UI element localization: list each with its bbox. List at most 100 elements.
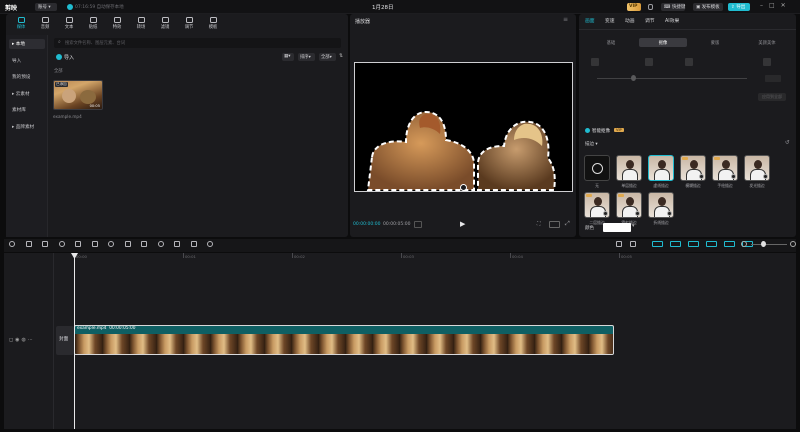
media-clip-thumbnail[interactable]: 已添加 00:05 xyxy=(53,80,103,110)
play-button[interactable]: ▶ xyxy=(460,220,465,228)
link-main-icon[interactable] xyxy=(652,241,663,247)
smart-cutout-toggle[interactable] xyxy=(585,128,590,133)
split-left-icon[interactable] xyxy=(75,241,81,247)
stroke-option-3[interactable]: 模糊描边 xyxy=(680,155,708,189)
stroke-option-6[interactable]: 二层描边 xyxy=(584,192,612,226)
sidebar-item-1[interactable]: 导入 xyxy=(9,56,45,66)
playhead[interactable] xyxy=(74,253,75,429)
stroke-option-5[interactable]: 发光描边 xyxy=(744,155,772,189)
zoom-slider[interactable] xyxy=(751,244,787,245)
inspector-tab-3[interactable]: 调节 xyxy=(645,17,655,24)
inspector-subtab-0[interactable]: 基础 xyxy=(587,38,635,47)
tab-text[interactable]: 文本 xyxy=(59,16,79,32)
stroke-option-0[interactable]: 无 xyxy=(584,155,612,189)
sticker-icon xyxy=(89,17,97,23)
delete-icon[interactable] xyxy=(108,241,114,247)
inspector-tab-4[interactable]: AI效果 xyxy=(665,17,679,24)
rotate-icon[interactable] xyxy=(190,241,197,247)
timeline-panel: ◻◉◍⋯ 00:00 00:01 00:02 00:03 00:04 00:05 封面 e… xyxy=(4,253,796,429)
sidebar-item-4[interactable]: 素材库 xyxy=(9,105,45,115)
tab-transition[interactable]: 转场 xyxy=(131,16,151,32)
stroke-thumb xyxy=(744,155,770,181)
rotate-handle-icon[interactable] xyxy=(460,184,467,191)
reverse-icon[interactable] xyxy=(157,241,164,247)
color-swatch[interactable] xyxy=(603,223,631,232)
inspector-subtab-1[interactable]: 抠像 xyxy=(639,38,687,47)
draft-title[interactable]: 1月28日 xyxy=(372,3,394,11)
tab-media[interactable]: 媒体 xyxy=(11,16,31,32)
media-sidebar: ▸ 本地导入我的预设 ▸ 云素材素材库 ▸ 品牌素材 xyxy=(6,35,48,237)
sidebar-item-3[interactable]: ▸ 云素材 xyxy=(9,89,45,99)
color-dropdown-icon[interactable]: ▾ xyxy=(632,223,635,229)
split-icon[interactable] xyxy=(58,241,65,247)
import-plus-icon[interactable] xyxy=(56,54,62,60)
ripple-icon[interactable] xyxy=(724,241,735,247)
publish-label: 发布模板 xyxy=(701,5,720,10)
snap-icon[interactable] xyxy=(706,241,717,247)
vip-badge[interactable]: VIP xyxy=(627,3,641,11)
select-tool-icon[interactable] xyxy=(9,241,15,247)
ratio-button[interactable] xyxy=(549,221,560,228)
mirror-icon[interactable] xyxy=(174,241,180,247)
sort-button[interactable]: 排序▾ xyxy=(298,53,315,61)
inspector-tab-2[interactable]: 动画 xyxy=(625,17,635,24)
preview-axis-icon[interactable] xyxy=(688,241,699,247)
stroke-option-2[interactable]: 虚线描边 xyxy=(648,155,676,189)
tab-filter[interactable]: 滤镜 xyxy=(155,16,175,32)
stroke-option-8[interactable]: 折线描边 xyxy=(648,192,676,226)
sidebar-item-2[interactable]: 我的预设 xyxy=(9,72,45,82)
view-mode-button[interactable]: ▦▾ xyxy=(282,53,294,61)
inspector-subtab-3[interactable]: 美颜美体 xyxy=(743,38,791,47)
minimize-icon[interactable]: – xyxy=(760,2,769,9)
player-menu-icon[interactable]: ≡ xyxy=(563,16,568,23)
timeline-ruler[interactable]: 00:00 00:01 00:02 00:03 00:04 00:05 xyxy=(74,253,796,263)
zoom-in-icon[interactable] xyxy=(790,241,796,247)
zoom-out-icon[interactable] xyxy=(741,241,747,247)
mic-icon[interactable] xyxy=(648,4,653,10)
shortcut-button[interactable]: ⌨ 快捷键 xyxy=(661,3,685,11)
selection-frame[interactable] xyxy=(354,62,573,192)
expand-icon[interactable]: ⤢ xyxy=(565,220,570,228)
magnet-icon[interactable] xyxy=(616,241,622,247)
more-icon[interactable]: ⋯ xyxy=(28,337,35,343)
stroke-option-4[interactable]: 手绘描边 xyxy=(712,155,740,189)
undo-icon[interactable] xyxy=(25,241,32,247)
clip-filename: example.mp4 xyxy=(53,114,82,119)
publish-template-button[interactable]: ▣ 发布模板 xyxy=(693,3,723,11)
reset-icon[interactable]: ↺ xyxy=(785,140,790,146)
redo-icon[interactable] xyxy=(42,241,48,247)
timeline-clip[interactable]: example.mp4 00:00:05:00 xyxy=(74,325,614,355)
stroke-option-1[interactable]: 单层描边 xyxy=(616,155,644,189)
tab-template[interactable]: 模板 xyxy=(203,16,223,32)
import-button[interactable]: 导入 xyxy=(64,54,74,61)
split-right-icon[interactable] xyxy=(91,241,98,247)
timecode-toggle-icon[interactable] xyxy=(414,221,422,228)
maximize-icon[interactable]: □ xyxy=(769,2,781,9)
crop-icon[interactable] xyxy=(207,241,213,247)
freeze-icon[interactable] xyxy=(124,241,131,247)
mic-record-icon[interactable] xyxy=(630,241,636,247)
tab-effects[interactable]: 特效 xyxy=(107,16,127,32)
link-audio-icon[interactable] xyxy=(670,241,681,247)
sidebar-item-5[interactable]: ▸ 品牌素材 xyxy=(9,122,45,132)
play-range-icon[interactable] xyxy=(141,241,147,247)
sidebar-item-0[interactable]: ▸ 本地 xyxy=(9,39,45,49)
account-menu[interactable]: 账号 ▾ xyxy=(35,3,57,11)
inspector-tab-1[interactable]: 变速 xyxy=(605,17,615,24)
stroke-option-7[interactable]: 霓虹描边 xyxy=(616,192,644,226)
search-input[interactable]: ⌕ 搜索文件名称、图层元素、台词 xyxy=(54,38,341,48)
cover-button[interactable]: 封面 xyxy=(56,326,74,355)
tab-adjust[interactable]: 调节 xyxy=(179,16,199,32)
adjust-icon xyxy=(185,17,193,23)
inspector-tab-0[interactable]: 画面 xyxy=(585,17,595,24)
sort-label: 排序 xyxy=(300,55,309,60)
close-icon[interactable]: ✕ xyxy=(781,2,792,9)
fullscreen-fit-icon[interactable]: ⛶ xyxy=(537,221,541,227)
export-button[interactable]: ⇪ 导出 xyxy=(728,3,750,11)
tab-sticker[interactable]: 贴纸 xyxy=(83,16,103,32)
filter-icon[interactable]: ⇅ xyxy=(339,53,343,59)
filter-button[interactable]: 全部▾ xyxy=(319,53,336,61)
zoom-thumb[interactable] xyxy=(761,241,766,247)
tab-audio[interactable]: 音频 xyxy=(35,16,55,32)
inspector-subtab-2[interactable]: 蒙版 xyxy=(691,38,739,47)
